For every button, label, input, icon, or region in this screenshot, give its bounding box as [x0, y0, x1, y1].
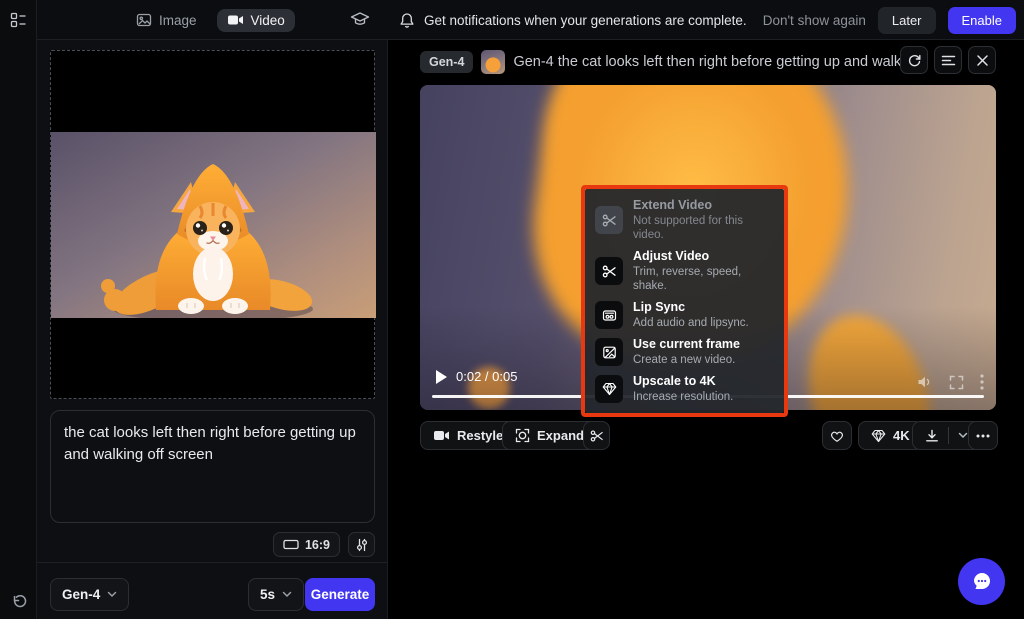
scissors-icon [590, 429, 604, 443]
input-image-preview[interactable] [50, 50, 375, 399]
tab-image-label: Image [159, 13, 197, 28]
menu-item-subtitle: Trim, reverse, speed, shake. [633, 265, 774, 294]
layout-grid-icon[interactable] [10, 12, 27, 28]
later-button[interactable]: Later [878, 7, 936, 34]
notification-actions: Don't show again Later Enable [763, 0, 1016, 40]
help-chat-button[interactable] [958, 558, 1005, 605]
menu-item-title: Upscale to 4K [633, 374, 733, 390]
settings-sliders-button[interactable] [348, 532, 375, 557]
generate-button[interactable]: Generate [305, 578, 375, 611]
video-context-menu: Extend Video Not supported for this vide… [585, 189, 784, 413]
expand-label: Expand [537, 428, 584, 443]
aspect-ratio-value: 16:9 [305, 538, 330, 552]
graduation-cap-icon[interactable] [350, 10, 370, 28]
fullscreen-icon[interactable] [949, 375, 964, 390]
video-camera-icon [433, 429, 450, 442]
prompt-input[interactable]: the cat looks left then right before get… [50, 410, 375, 523]
model-badge: Gen-4 [420, 51, 473, 73]
model-value: Gen-4 [62, 587, 100, 602]
menu-item-title: Adjust Video [633, 249, 774, 265]
lipsync-icon [595, 301, 623, 329]
menu-item-subtitle: Increase resolution. [633, 390, 733, 404]
enable-button[interactable]: Enable [948, 7, 1016, 34]
generation-result-panel: Gen-4 Gen-4 the cat looks left then righ… [388, 40, 1024, 619]
notification-text: Get notifications when your generations … [424, 13, 747, 28]
align-lines-icon[interactable] [934, 46, 962, 74]
aspect-ratio-button[interactable]: 16:9 [273, 532, 340, 557]
bell-icon [399, 12, 415, 29]
generate-bar: Gen-4 5s Generate [37, 563, 388, 619]
tab-image[interactable]: Image [126, 8, 207, 32]
diamond-icon [871, 429, 886, 443]
scissors-button[interactable] [583, 421, 610, 450]
kebab-menu-icon[interactable] [980, 374, 984, 390]
generation-thumbnail[interactable] [481, 50, 505, 74]
duration-value: 5s [260, 587, 275, 602]
restyle-label: Restyle [457, 428, 503, 443]
expand-icon [515, 428, 530, 443]
dont-show-again-link[interactable]: Don't show again [763, 13, 866, 28]
video-action-row: Restyle Expand [420, 421, 996, 451]
reset-icon[interactable] [10, 593, 28, 611]
chat-bubble-icon [971, 571, 993, 592]
ellipsis-icon [976, 434, 990, 438]
left-rail [0, 0, 37, 619]
video-time: 0:02 / 0:05 [456, 369, 517, 384]
image-icon [136, 12, 152, 28]
play-icon[interactable] [436, 370, 447, 384]
menu-item-lip-sync[interactable]: Lip Sync Add audio and lipsync. [595, 300, 774, 330]
heart-icon [829, 428, 845, 443]
tab-video-label: Video [251, 13, 285, 28]
generation-title: Gen-4 the cat looks left then right befo… [513, 54, 921, 70]
more-options-button[interactable] [968, 421, 998, 450]
menu-item-extend-video: Extend Video Not supported for this vide… [595, 198, 774, 242]
annotation-highlight-box: Extend Video Not supported for this vide… [581, 185, 788, 417]
menu-item-subtitle: Create a new video. [633, 353, 740, 367]
chevron-down-icon [107, 591, 117, 598]
generation-settings-panel: the cat looks left then right before get… [37, 40, 388, 619]
tab-video[interactable]: Video [217, 9, 295, 32]
split-divider [948, 427, 949, 444]
model-dropdown[interactable]: Gen-4 [50, 578, 129, 611]
mode-tabs: Image Video [126, 0, 295, 40]
menu-item-title: Extend Video [633, 198, 774, 214]
diamond-icon [595, 375, 623, 403]
chevron-down-icon[interactable] [958, 432, 968, 439]
download-icon [925, 429, 939, 443]
sliders-icon [355, 538, 369, 552]
menu-item-use-current-frame[interactable]: Use current frame Create a new video. [595, 337, 774, 367]
app-window: Image Video [0, 0, 1024, 619]
close-icon[interactable] [968, 46, 996, 74]
menu-item-subtitle: Not supported for this video. [633, 214, 774, 243]
header-buttons [900, 46, 996, 74]
menu-item-adjust-video[interactable]: Adjust Video Trim, reverse, speed, shake… [595, 249, 774, 293]
menu-item-title: Lip Sync [633, 300, 749, 316]
duration-dropdown[interactable]: 5s [248, 578, 304, 611]
chevron-down-icon [282, 591, 292, 598]
scissors-icon [595, 257, 623, 285]
favorite-button[interactable] [822, 421, 852, 450]
menu-item-upscale-4k[interactable]: Upscale to 4K Increase resolution. [595, 374, 774, 404]
cat-input-image [51, 132, 376, 318]
menu-item-title: Use current frame [633, 337, 740, 353]
menu-item-subtitle: Add audio and lipsync. [633, 316, 749, 330]
notification-banner: Get notifications when your generations … [399, 0, 747, 40]
refresh-icon[interactable] [900, 46, 928, 74]
upscale-4k-label: 4K [893, 428, 910, 443]
image-frame-icon [595, 338, 623, 366]
top-bar: Image Video [0, 0, 1024, 40]
scissors-icon [595, 206, 623, 234]
aspect-ratio-icon [283, 538, 299, 551]
video-camera-icon [227, 13, 244, 27]
prompt-options-row: 16:9 [50, 532, 375, 558]
volume-icon[interactable] [917, 375, 933, 389]
